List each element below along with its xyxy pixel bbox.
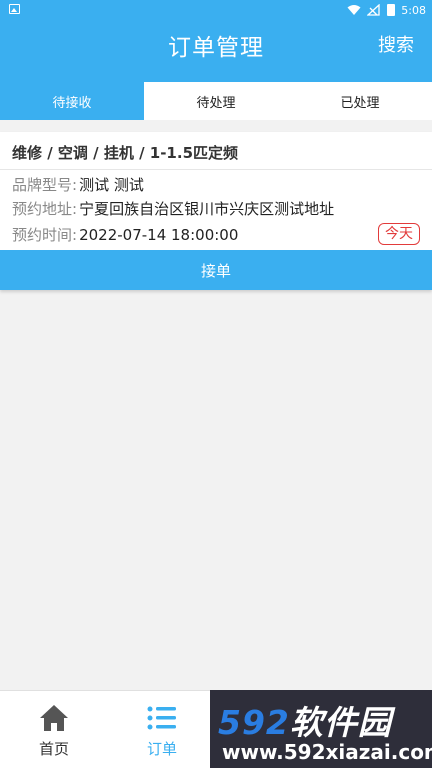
today-badge: 今天 — [378, 223, 420, 245]
time-value: 2022-07-14 18:00:00 — [79, 226, 239, 244]
time-row: 预约时间: 2022-07-14 18:00:00 — [12, 224, 238, 245]
site-watermark: 592软件园 www.592xiazai.com — [210, 690, 432, 768]
brand-row: 品牌型号: 测试 测试 — [12, 174, 144, 195]
home-icon — [40, 705, 68, 731]
brand-value: 测试 测试 — [79, 176, 144, 194]
order-card: 维修 / 空调 / 挂机 / 1-1.5匹定频 品牌型号: 测试 测试 预约地址:… — [0, 132, 432, 290]
order-status-tabs: 待接收 待处理 已处理 — [0, 82, 432, 120]
watermark-url: www.592xiazai.com — [222, 740, 432, 764]
status-icons: 5:08 — [347, 1, 426, 19]
page-title: 订单管理 — [168, 35, 264, 61]
tab-pending-accept[interactable]: 待接收 — [0, 82, 144, 120]
brand-label: 品牌型号: — [12, 176, 78, 194]
tab-pending-process[interactable]: 待处理 — [144, 82, 288, 120]
address-row: 预约地址: 宁夏回族自治区银川市兴庆区测试地址 — [12, 198, 334, 219]
order-title: 维修 / 空调 / 挂机 / 1-1.5匹定频 — [12, 144, 239, 162]
card-divider — [0, 169, 432, 170]
watermark-number: 592 — [218, 703, 290, 742]
status-time: 5:08 — [401, 3, 426, 17]
wifi-icon — [347, 5, 361, 15]
watermark-brand-text: 软件园 — [289, 703, 392, 742]
gallery-notification-icon — [9, 4, 20, 14]
tabbar-label-orders: 订单 — [146, 740, 177, 758]
no-signal-icon — [367, 4, 380, 16]
tabbar-item-home[interactable]: 首页 — [0, 691, 108, 768]
list-icon — [147, 706, 176, 730]
address-label: 预约地址: — [12, 200, 78, 218]
search-button[interactable]: 搜索 — [378, 31, 414, 57]
status-bar: 5:08 — [0, 0, 432, 20]
app-header: 5:08 订单管理 搜索 — [0, 0, 432, 82]
tab-processed[interactable]: 已处理 — [288, 82, 432, 120]
tabbar-label-home: 首页 — [38, 740, 69, 758]
address-value: 宁夏回族自治区银川市兴庆区测试地址 — [79, 200, 335, 218]
battery-icon — [387, 4, 396, 16]
accept-order-button[interactable]: 接单 — [0, 250, 432, 290]
tabbar-item-orders[interactable]: 订单 — [108, 691, 216, 768]
watermark-logo: 592软件园 — [218, 696, 392, 744]
time-label: 预约时间: — [12, 226, 78, 244]
